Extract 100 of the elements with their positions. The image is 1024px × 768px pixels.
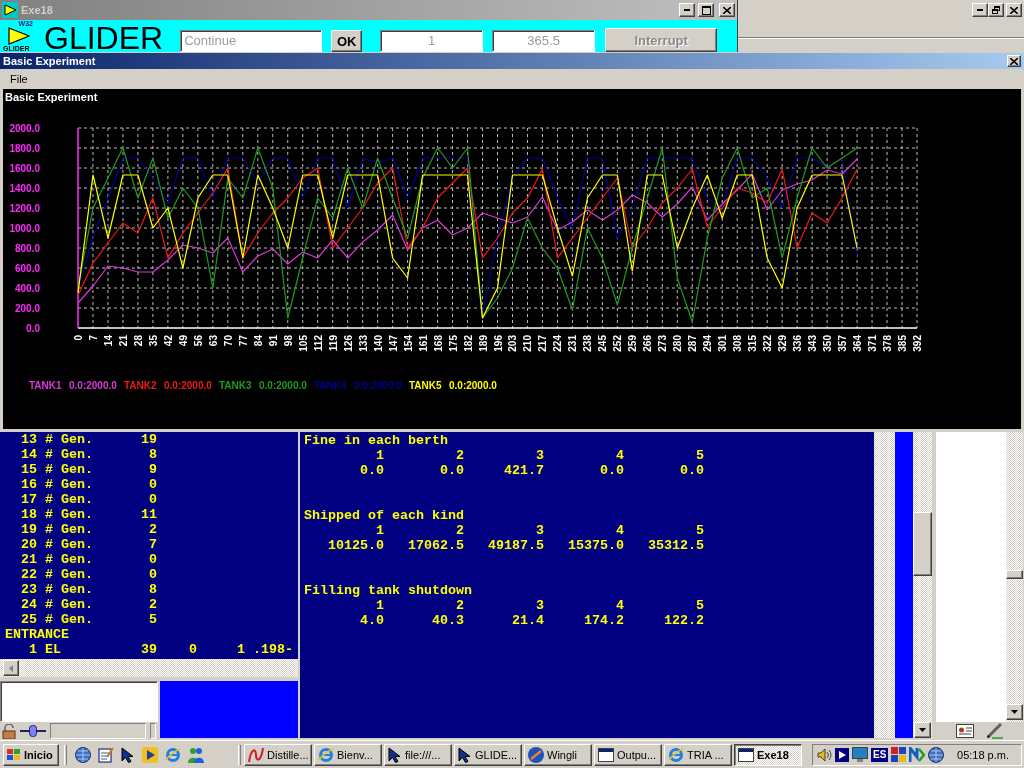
taskbar-button[interactable]: Exe18 [734, 743, 802, 766]
column-number: 5 [696, 598, 704, 613]
result-value: 4.0 [360, 613, 384, 628]
minimize-button[interactable] [972, 3, 988, 17]
axis-tick-label: 56 [192, 335, 204, 347]
minimize-button[interactable] [679, 3, 695, 17]
speaker-icon[interactable] [817, 747, 832, 762]
row-label: # Gen. [45, 597, 93, 612]
row-value: 9 [149, 462, 157, 477]
axis-tick-label: 322 [762, 335, 774, 352]
axis-tick-label: 224 [552, 335, 564, 352]
axis-tick-label: 371 [867, 335, 879, 352]
down-arrow-icon [919, 728, 926, 732]
browser-icon[interactable] [165, 746, 181, 763]
axis-tick-label: 287 [687, 335, 699, 352]
row-value: 0 [189, 642, 197, 657]
axis-tick-label: 7 [88, 335, 99, 341]
row-number: 19 [21, 522, 37, 537]
row-value: 19 [141, 432, 157, 447]
scroll-down-button[interactable] [914, 722, 931, 738]
axis-tick-label: 315 [747, 335, 759, 352]
scrollbar[interactable] [0, 659, 298, 677]
axis-tick-label: 301 [717, 335, 729, 352]
row-label: # Gen. [45, 447, 93, 462]
row-label: # Gen. [45, 462, 93, 477]
chart-title: Basic Experiment [5, 91, 98, 104]
disc-icon [528, 746, 544, 763]
axis-tick-label: 154 [402, 335, 414, 352]
axis-tick-label: 238 [582, 335, 594, 352]
axis-tick-label: 343 [807, 335, 819, 352]
section-title: Shipped of each kind [304, 508, 464, 523]
axis-tick-label: 98 [282, 335, 294, 347]
play-icon[interactable] [835, 747, 849, 762]
close-button[interactable] [1007, 55, 1021, 67]
row-label: # Gen. [45, 507, 93, 522]
axis-tick-label: 400.0 [14, 283, 40, 294]
axis-tick-label: 252 [612, 335, 624, 352]
axis-tick-label: 133 [357, 335, 369, 352]
axis-tick-label: 91 [267, 335, 279, 347]
axis-tick-label: 245 [597, 335, 609, 352]
media-player-icon[interactable] [142, 746, 158, 763]
row-value: 0 [149, 552, 157, 567]
menu-item[interactable]: File [6, 72, 32, 86]
scrollbar[interactable] [1006, 432, 1023, 722]
scrollbar[interactable] [874, 432, 895, 738]
scroll-thumb[interactable] [1006, 570, 1023, 579]
scrollbar[interactable] [913, 432, 932, 738]
row-value: 8 [149, 582, 157, 597]
axis-tick-label: 1400.0 [9, 183, 40, 194]
result-value: 21.4 [512, 613, 544, 628]
taskbar-button[interactable]: Wingli [524, 743, 592, 766]
row-number: 22 [21, 567, 37, 582]
result-value: 35312.5 [648, 538, 704, 553]
lock-icon [2, 723, 16, 739]
row-number: 21 [21, 552, 37, 567]
globe-icon[interactable] [75, 746, 91, 763]
colored-squares-icon[interactable] [891, 747, 907, 762]
column-number: 3 [536, 523, 544, 538]
taskbar-button[interactable]: file:///... [384, 743, 452, 766]
row-number: 18 [21, 507, 37, 522]
minimize-icon [977, 9, 983, 11]
taskbar-button[interactable]: GLIDE... [454, 743, 522, 766]
axis-tick-label: 1000.0 [9, 223, 40, 234]
taskbar-button[interactable]: Outpu... [594, 743, 662, 766]
start-button[interactable]: Inicio [3, 743, 59, 766]
pen-icon[interactable] [986, 723, 1004, 739]
scroll-left-button[interactable] [3, 660, 19, 676]
column-number: 2 [456, 523, 464, 538]
row-value: .198- [253, 642, 293, 657]
scroll-thumb[interactable] [913, 512, 932, 576]
ok-button[interactable]: OK [331, 30, 363, 52]
chevron-icon[interactable] [909, 746, 926, 763]
window-icon [738, 747, 754, 762]
column-number: 2 [456, 598, 464, 613]
axis-tick-label: 308 [732, 335, 744, 352]
taskbar-button[interactable]: Distille... [244, 743, 312, 766]
scroll-down-button[interactable] [1006, 704, 1023, 720]
row-value: 8 [149, 447, 157, 462]
close-button[interactable] [1006, 3, 1022, 17]
axis-tick-label: 336 [792, 335, 804, 352]
language-indicator[interactable]: ES [871, 747, 889, 762]
maximize-button[interactable] [698, 3, 714, 17]
taskbar-button[interactable]: Bienv... [314, 743, 382, 766]
close-button[interactable] [719, 3, 735, 17]
globe-icon[interactable] [928, 746, 945, 763]
row-number: 23 [21, 582, 37, 597]
people-icon[interactable] [188, 746, 204, 763]
id-card-icon[interactable] [956, 724, 974, 738]
row-value: 2 [149, 597, 157, 612]
app-icon [2, 2, 18, 18]
restore-button[interactable] [988, 3, 1004, 17]
result-value: 0.0 [360, 463, 384, 478]
monitor-icon[interactable] [852, 747, 868, 762]
taskbar-button[interactable]: TRIA ... [664, 743, 732, 766]
cursor-arrow-icon[interactable] [121, 746, 135, 763]
axis-tick-label: 21 [117, 335, 129, 347]
row-value: 0 [149, 492, 157, 507]
axis-tick-label: 189 [477, 335, 489, 352]
notepad-icon[interactable] [98, 746, 114, 763]
result-value: 0.0 [600, 463, 624, 478]
